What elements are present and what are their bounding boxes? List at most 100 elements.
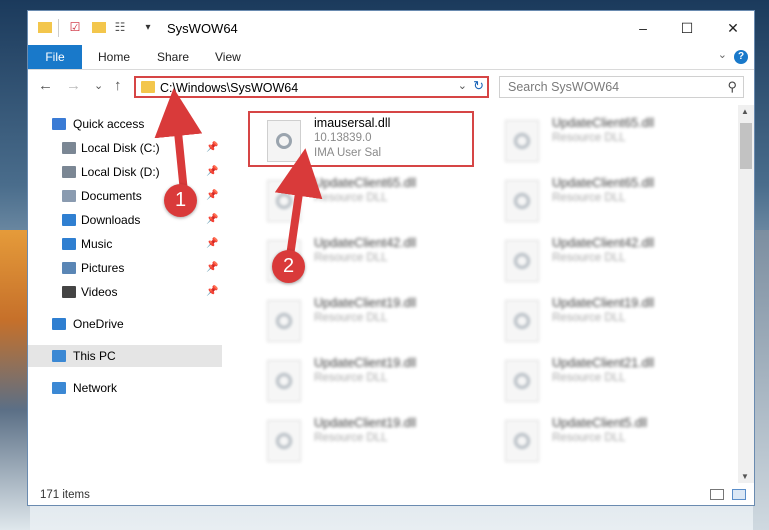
separator — [57, 19, 59, 37]
title-bar: ☑ ☷ ▾ SysWOW64 – ☐ ✕ — [28, 11, 754, 45]
file-item[interactable]: UpdateClient19.dll Resource DLL — [248, 291, 478, 345]
pin-icon[interactable]: 📌 — [206, 233, 218, 255]
minimize-button[interactable]: – — [620, 11, 666, 45]
computer-icon — [52, 350, 66, 362]
folder-icon — [38, 22, 52, 33]
view-menu-icon[interactable]: ☷ — [113, 21, 127, 34]
file-item[interactable]: UpdateClient65.dll Resource DLL — [248, 171, 478, 225]
sidebar-item-local-disk-d[interactable]: Local Disk (D:) 📌 — [28, 161, 222, 183]
file-type: Resource DLL — [314, 192, 388, 204]
scroll-thumb[interactable] — [740, 123, 752, 169]
sidebar-item-music[interactable]: Music 📌 — [28, 233, 222, 255]
pin-icon[interactable]: 📌 — [206, 281, 218, 303]
properties-icon[interactable]: ☑ — [68, 21, 82, 34]
sidebar-item-quick-access[interactable]: Quick access — [28, 113, 222, 135]
address-bar[interactable]: C:\Windows\SysWOW64 ⌄ ↻ — [134, 76, 489, 98]
file-name: UpdateClient42.dll — [552, 236, 655, 250]
tab-share[interactable]: Share — [157, 45, 189, 69]
ribbon-collapse-icon[interactable]: ⌄ — [718, 48, 727, 61]
sidebar-item-pictures[interactable]: Pictures 📌 — [28, 257, 222, 279]
file-item[interactable]: UpdateClient42.dll Resource DLL — [486, 231, 716, 285]
dll-file-icon — [267, 180, 301, 222]
file-type: Resource DLL — [552, 432, 626, 444]
star-icon — [52, 118, 66, 130]
file-item[interactable]: UpdateClient5.dll Resource DLL — [486, 411, 716, 465]
sidebar-item-onedrive[interactable]: OneDrive — [28, 313, 222, 335]
up-button[interactable]: ↑ — [114, 78, 122, 94]
file-item[interactable]: UpdateClient21.dll Resource DLL — [486, 351, 716, 405]
large-icons-view-icon[interactable] — [732, 489, 746, 500]
file-type: Resource DLL — [552, 132, 626, 144]
recent-locations-button[interactable]: ⌄ — [94, 78, 103, 94]
file-item[interactable]: UpdateClient65.dll Resource DLL — [486, 171, 716, 225]
tab-view[interactable]: View — [215, 45, 241, 69]
pin-icon[interactable]: 📌 — [206, 161, 218, 183]
sidebar-item-label: Documents — [81, 189, 142, 203]
highlight-box-file — [248, 111, 474, 167]
help-icon[interactable]: ? — [734, 50, 748, 64]
sidebar-item-label: Network — [73, 381, 118, 395]
sidebar-item-videos[interactable]: Videos 📌 — [28, 281, 222, 303]
sidebar-item-label: Downloads — [81, 213, 141, 227]
back-button[interactable]: ← — [38, 78, 53, 94]
dll-file-icon — [505, 420, 539, 462]
close-button[interactable]: ✕ — [710, 11, 756, 45]
file-type: Resource DLL — [552, 312, 626, 324]
sidebar-item-label: Local Disk (C:) — [81, 141, 160, 155]
details-view-icon[interactable] — [710, 489, 724, 500]
quick-access-dropdown-icon[interactable]: ▾ — [141, 21, 155, 34]
navigation-bar: ← → ⌄ ↑ C:\Windows\SysWOW64 ⌄ ↻ Search S… — [28, 70, 754, 104]
sidebar-item-this-pc[interactable]: This PC — [28, 345, 222, 367]
step-1-badge: 1 — [164, 184, 197, 217]
file-name: UpdateClient19.dll — [552, 296, 655, 310]
file-type: Resource DLL — [314, 252, 388, 264]
tab-file[interactable]: File — [28, 45, 82, 69]
sidebar-item-downloads[interactable]: Downloads 📌 — [28, 209, 222, 231]
sidebar-item-network[interactable]: Network — [28, 377, 222, 399]
window-title: SysWOW64 — [167, 21, 238, 36]
desktop-wallpaper-left — [0, 230, 30, 530]
file-type: Resource DLL — [314, 432, 388, 444]
vertical-scrollbar[interactable]: ▲ ▼ — [738, 105, 754, 483]
navigation-pane: Quick access Local Disk (C:) 📌 Local Disk (… — [28, 105, 222, 485]
maximize-button[interactable]: ☐ — [664, 11, 710, 45]
file-name: UpdateClient42.dll — [314, 236, 417, 250]
dll-file-icon — [505, 180, 539, 222]
sidebar-item-local-disk-c[interactable]: Local Disk (C:) 📌 — [28, 137, 222, 159]
dll-file-icon — [267, 420, 301, 462]
pin-icon[interactable]: 📌 — [206, 209, 218, 231]
file-item[interactable]: UpdateClient19.dll Resource DLL — [248, 351, 478, 405]
cloud-icon — [52, 318, 66, 330]
file-name: UpdateClient19.dll — [314, 296, 417, 310]
search-input[interactable]: Search SysWOW64 — [508, 80, 619, 94]
address-dropdown-icon[interactable]: ⌄ — [458, 79, 467, 92]
dll-file-icon — [505, 300, 539, 342]
drive-icon — [62, 166, 76, 178]
file-item[interactable]: UpdateClient19.dll Resource DLL — [486, 291, 716, 345]
pin-icon[interactable]: 📌 — [206, 257, 218, 279]
file-name: UpdateClient65.dll — [314, 176, 417, 190]
tab-home[interactable]: Home — [98, 45, 130, 69]
sidebar-item-label: This PC — [73, 349, 116, 363]
address-path[interactable]: C:\Windows\SysWOW64 — [160, 80, 298, 96]
file-name: UpdateClient19.dll — [314, 356, 417, 370]
file-name: UpdateClient5.dll — [552, 416, 648, 430]
file-item[interactable]: UpdateClient65.dll Resource DLL — [486, 111, 716, 165]
scroll-up-icon[interactable]: ▲ — [741, 107, 749, 116]
scroll-down-icon[interactable]: ▼ — [741, 472, 749, 481]
search-icon[interactable]: ⚲ — [727, 79, 737, 95]
dll-file-icon — [505, 360, 539, 402]
file-type: Resource DLL — [552, 252, 626, 264]
file-item[interactable]: UpdateClient19.dll Resource DLL — [248, 411, 478, 465]
new-folder-icon[interactable] — [92, 22, 106, 33]
dll-file-icon — [267, 360, 301, 402]
refresh-icon[interactable]: ↻ — [473, 78, 484, 94]
search-box[interactable]: Search SysWOW64 ⚲ — [499, 76, 744, 98]
pin-icon[interactable]: 📌 — [206, 137, 218, 159]
file-type: Resource DLL — [552, 372, 626, 384]
item-count: 171 items — [40, 489, 90, 501]
pictures-icon — [62, 262, 76, 274]
pin-icon[interactable]: 📌 — [206, 185, 218, 207]
forward-button[interactable]: → — [66, 78, 81, 94]
sidebar-item-label: Quick access — [73, 117, 145, 131]
